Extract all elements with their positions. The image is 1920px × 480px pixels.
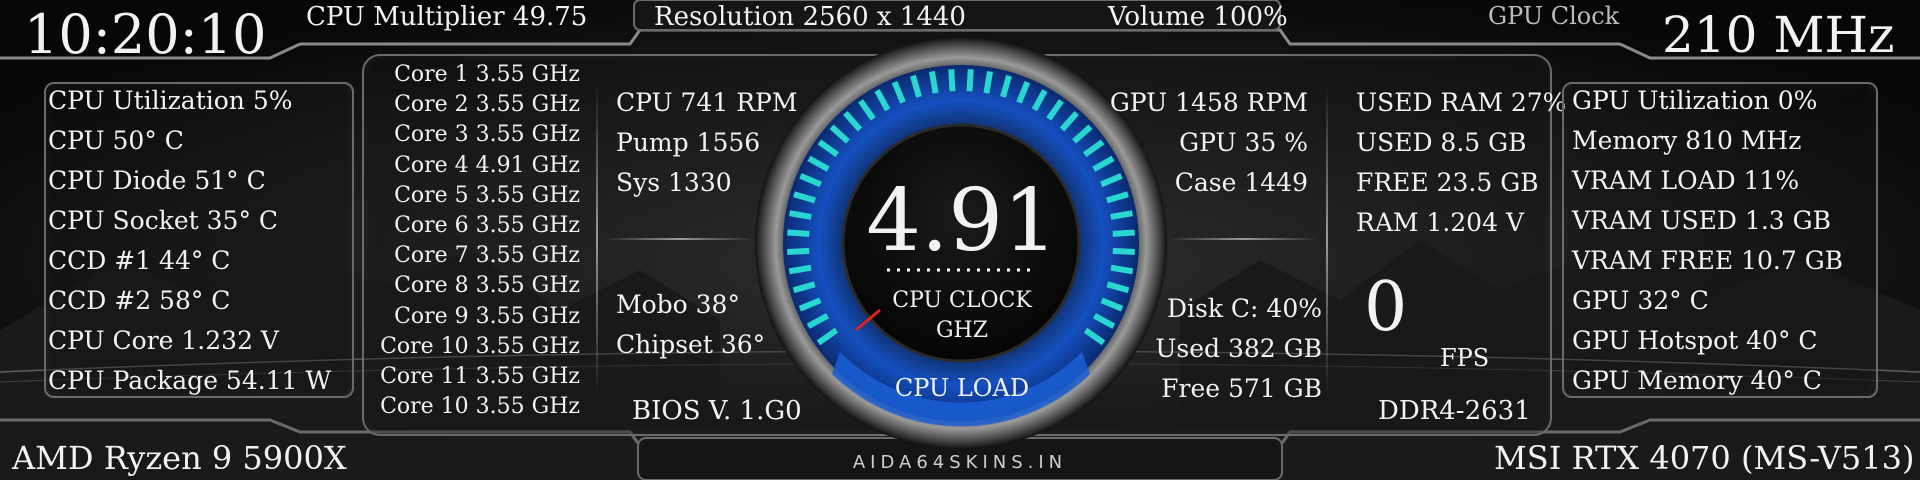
gauge-tick [1112, 247, 1135, 255]
fps-value: 0 [1364, 268, 1408, 347]
gpu-stat-item: GPU Hotspot 40° C [1572, 326, 1818, 355]
ddr-speed: DDR4-2631 [1378, 396, 1531, 426]
cpu-stat-item: CPU Socket 35° C [48, 206, 279, 235]
fan-right-item: Case 1449 [1174, 168, 1308, 197]
gauge-tick [1110, 264, 1134, 275]
left-divider-vertical [596, 84, 598, 394]
gpu-stat-item: VRAM USED 1.3 GB [1572, 206, 1831, 235]
core-clock-item: Core 6 3.55 GHz [394, 213, 580, 238]
cpu-stat-item: CPU Package 54.11 W [48, 366, 332, 395]
right-divider-vertical [1326, 84, 1328, 394]
gpu-stat-item: VRAM LOAD 11% [1572, 166, 1800, 195]
gauge-tick [788, 264, 812, 275]
core-clock-item: Core 5 3.55 GHz [394, 182, 580, 208]
fan-left-item: Pump 1556 [616, 128, 761, 157]
clock-time: 10:20:10 [24, 3, 267, 66]
site-label: AIDA64SKINS.IN [852, 452, 1068, 473]
cpu-stat-item: CPU 50° C [48, 126, 184, 155]
gauge-tick [983, 70, 994, 94]
left-divider-horizontal [604, 238, 754, 240]
ram-item: USED RAM 27% [1356, 88, 1567, 117]
temp-left-item: Mobo 38° [616, 290, 740, 319]
cpu-stat-item: CCD #2 58° C [48, 286, 231, 315]
cpu-multiplier: CPU Multiplier 49.75 [306, 2, 588, 32]
cpu-stat-item: CCD #1 44° C [48, 246, 231, 275]
cpu-stat-item: CPU Core 1.232 V [48, 326, 279, 355]
gpu-stat-item: GPU Memory 40° C [1572, 366, 1822, 395]
core-clock-item: Core 2 3.55 GHz [394, 92, 580, 118]
temp-left-item: Chipset 36° [616, 330, 766, 359]
core-clock-item: Core 7 3.55 GHz [394, 243, 580, 269]
core-clock-item: Core 8 3.55 GHz [394, 273, 580, 299]
cpu-name: AMD Ryzen 9 5900X [12, 439, 347, 477]
gpu-name: MSI RTX 4070 (MS-V513) [1494, 439, 1915, 477]
gauge-tick [948, 69, 956, 92]
cpu-stat-item: CPU Utilization 5% [48, 86, 293, 115]
gauge-tick [1112, 229, 1135, 237]
disk-item: Free 571 GB [1161, 374, 1322, 403]
gpu-clock-label: GPU Clock [1488, 2, 1620, 30]
gauge-tick [789, 210, 812, 220]
gpu-stat-item: GPU 32° C [1572, 286, 1709, 315]
core-clock-item: Core 4 4.91 GHz [394, 152, 580, 178]
core-clock-item: Core 10 3.55 GHz [380, 333, 580, 359]
ram-item: RAM 1.204 V [1356, 208, 1524, 237]
cpu-stat-item: CPU Diode 51° C [48, 166, 266, 195]
gauge-tick [787, 247, 810, 255]
cpu-load-label: CPU LOAD [894, 374, 1030, 402]
disk-item: Disk C: 40% [1166, 294, 1322, 323]
core-clock-item: Core 3 3.55 GHz [394, 122, 580, 148]
core-clock-item: Core 9 3.55 GHz [394, 303, 580, 329]
right-divider-horizontal [1168, 238, 1318, 240]
gauge-tick [1110, 210, 1133, 220]
cpu-clock-unit: GHZ [935, 318, 989, 343]
volume: Volume 100% [1108, 2, 1288, 32]
gpu-stat-item: VRAM FREE 10.7 GB [1572, 246, 1844, 275]
ram-item: USED 8.5 GB [1356, 128, 1527, 157]
disk-item: Used 382 GB [1155, 334, 1322, 363]
cpu-clock-label: CPU CLOCK [892, 288, 1032, 313]
fps-label: FPS [1440, 344, 1490, 372]
gauge-tick [966, 69, 974, 92]
resolution: Resolution 2560 x 1440 [654, 2, 966, 32]
ram-item: FREE 23.5 GB [1356, 168, 1539, 197]
core-clock-item: Core 1 3.55 GHz [394, 62, 580, 87]
gauge-tick [928, 70, 939, 94]
gpu-clock-value: 210 MHz [1662, 6, 1895, 64]
fan-right-item: GPU 1458 RPM [1109, 88, 1308, 117]
core-clock-item: Core 11 3.55 GHz [380, 364, 580, 389]
gpu-stat-item: GPU Utilization 0% [1572, 86, 1818, 115]
fan-right-item: GPU 35 % [1179, 128, 1308, 157]
gpu-stat-item: Memory 810 MHz [1572, 126, 1802, 155]
cpu-clock-value: 4.91 [866, 171, 1058, 271]
core-clock-item: Core 10 3.55 GHz [380, 394, 580, 420]
fan-left-item: Sys 1330 [616, 168, 732, 197]
gauge-tick [787, 229, 810, 237]
